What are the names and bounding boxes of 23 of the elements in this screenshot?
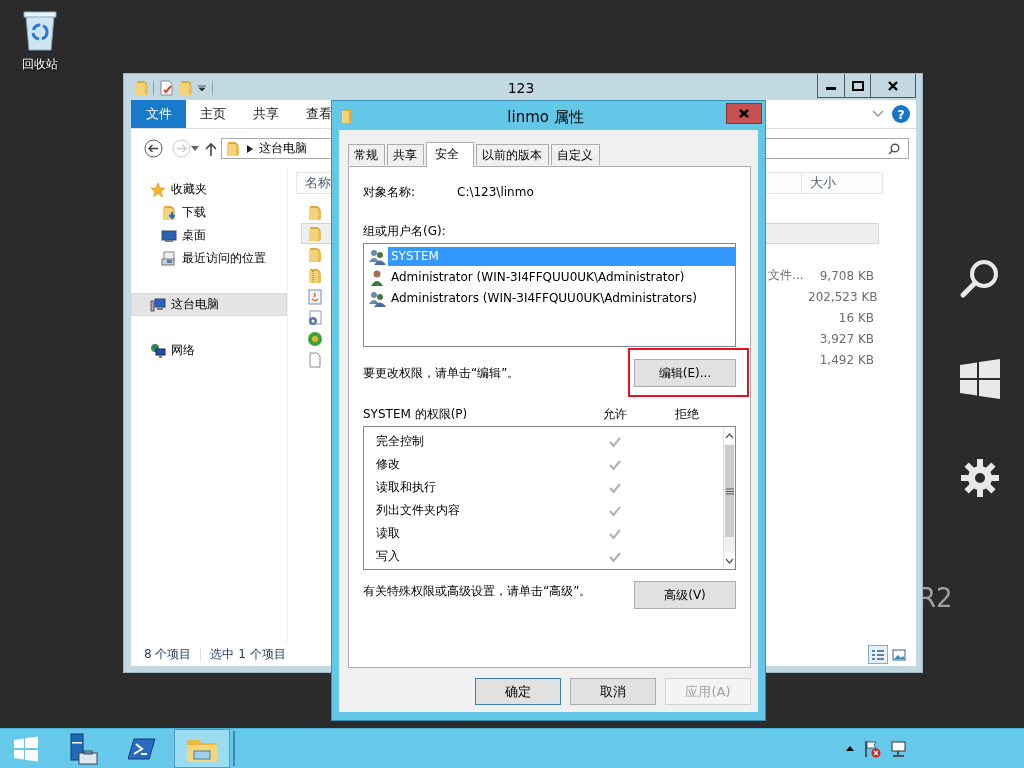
- status-text: 选中 1 个项目: [210, 646, 286, 663]
- hint-text: 要更改权限，请单击“编辑”。: [363, 364, 520, 382]
- object-path: C:\123\linmo: [457, 184, 534, 200]
- permission-name: 读取: [375, 525, 401, 542]
- column-header: 允许: [602, 406, 628, 422]
- file-size: 1,492 KB: [818, 352, 874, 367]
- permission-name: 修改: [375, 456, 401, 473]
- status-text: 8 个项目: [144, 646, 192, 663]
- field-label: 对象名称:: [363, 184, 417, 200]
- permission-name: 写入: [375, 548, 401, 565]
- hint-text: 有关特殊权限或高级设置，请单击“高级”。: [363, 583, 592, 600]
- file-size: 16 KB: [837, 310, 874, 325]
- permission-name: 读取和执行: [375, 479, 437, 496]
- column-header: 拒绝: [674, 406, 700, 422]
- permission-name: 列出文件夹内容: [375, 502, 461, 519]
- file-type: 文件...: [768, 267, 805, 284]
- dialog-title: linmo 属性: [506, 107, 585, 127]
- section-label: SYSTEM 的权限(P): [363, 406, 469, 422]
- file-size: 3,927 KB: [818, 331, 874, 346]
- file-size: 9,708 KB: [818, 268, 874, 283]
- section-label: 组或用户名(G):: [363, 223, 447, 239]
- window-title: 123: [506, 79, 536, 96]
- permission-name: 完全控制: [375, 433, 425, 450]
